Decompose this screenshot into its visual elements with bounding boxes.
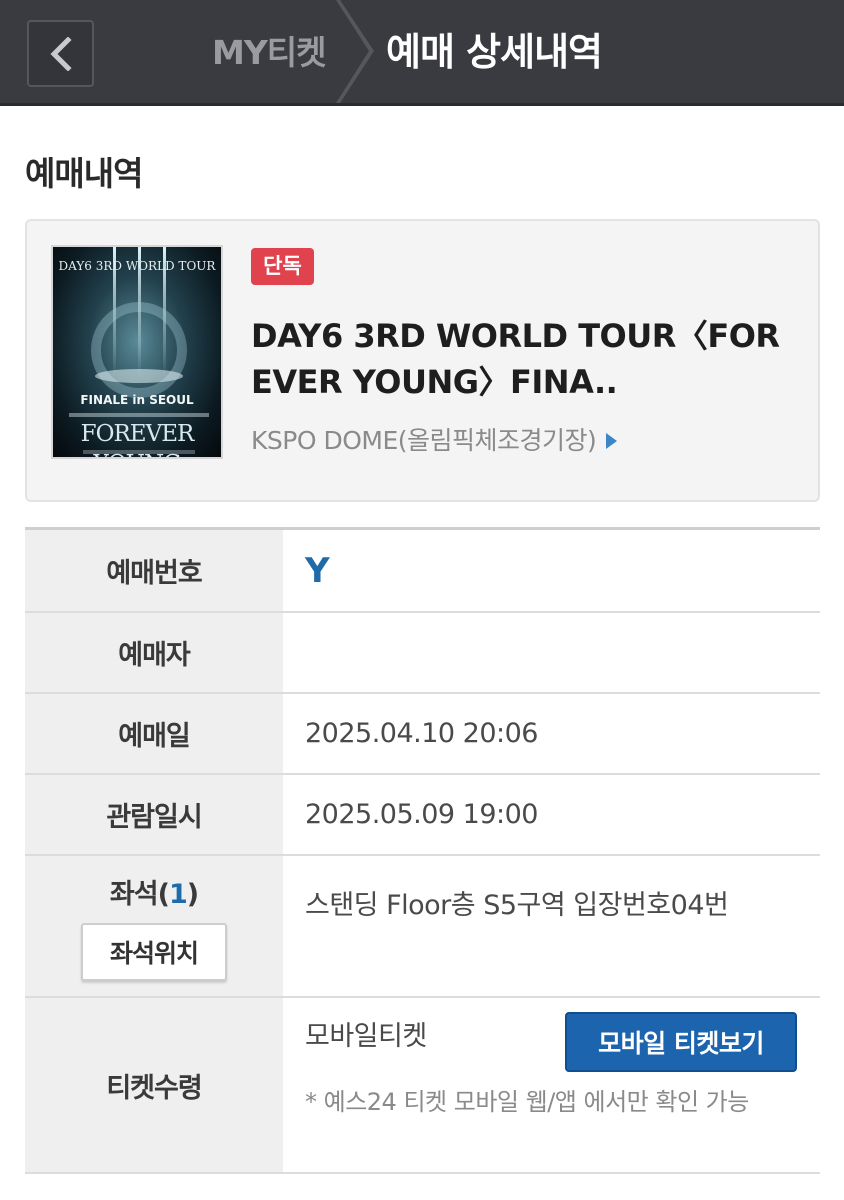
top-navigation-bar: MY티켓 예매 상세내역 bbox=[0, 0, 844, 106]
table-row-seat: 좌석(1) 좌석위치 스탠딩 Floor층 S5구역 입장번호04번 bbox=[25, 856, 820, 998]
event-poster: DAY6 3RD WORLD TOUR FINALE in SEOUL FORE… bbox=[51, 245, 223, 459]
row-value: Y bbox=[283, 530, 820, 611]
show-date-value: 2025.05.09 19:00 bbox=[305, 799, 538, 830]
row-label: 예매일 bbox=[25, 694, 283, 773]
seat-position-button[interactable]: 좌석위치 bbox=[81, 922, 227, 981]
section-title: 예매내역 bbox=[25, 154, 143, 193]
event-card[interactable]: DAY6 3RD WORLD TOUR FINALE in SEOUL FORE… bbox=[25, 219, 820, 502]
table-row-show-date: 관람일시 2025.05.09 19:00 bbox=[25, 775, 820, 856]
poster-top-text: DAY6 3RD WORLD TOUR bbox=[58, 259, 216, 273]
poster-logos-strip bbox=[83, 450, 195, 454]
seat-value: 스탠딩 Floor층 S5구역 입장번호04번 bbox=[305, 890, 729, 921]
booker-value bbox=[283, 613, 820, 692]
breadcrumb-separator-icon bbox=[336, 0, 374, 103]
triangle-right-icon bbox=[606, 433, 618, 449]
table-row-booking-date: 예매일 2025.04.10 20:06 bbox=[25, 694, 820, 775]
ticket-note: * 예스24 티켓 모바일 웹/앱 에서만 확인 가능 bbox=[305, 1088, 749, 1116]
booking-detail-table: 예매번호 Y 예매자 예매일 2025.04.10 20:06 관람일시 202… bbox=[25, 527, 820, 1174]
exclusive-badge: 단독 bbox=[251, 248, 314, 285]
ticket-method: 모바일티켓 bbox=[305, 1021, 427, 1052]
row-label: 관람일시 bbox=[25, 775, 283, 854]
booking-number-value: Y bbox=[305, 550, 330, 591]
back-button[interactable] bbox=[27, 20, 94, 87]
event-title[interactable]: DAY6 3RD WORLD TOUR〈FOREVER YOUNG〉FINA.. bbox=[251, 313, 791, 405]
row-label: 예매자 bbox=[25, 613, 283, 692]
poster-stage-graphic bbox=[95, 369, 183, 383]
row-label: 좌석(1) 좌석위치 bbox=[25, 856, 283, 996]
breadcrumb-my-ticket[interactable]: MY티켓 bbox=[212, 26, 326, 80]
poster-finale-text: FINALE in SEOUL bbox=[80, 393, 194, 407]
seat-count: 1 bbox=[168, 878, 188, 910]
table-row-ticket-receipt: 티켓수령 모바일티켓 모바일 티켓보기 * 예스24 티켓 모바일 웹/앱 에서… bbox=[25, 998, 820, 1174]
row-label: 티켓수령 bbox=[25, 998, 283, 1172]
row-label: 예매번호 bbox=[25, 530, 283, 611]
table-row-booking-number: 예매번호 Y bbox=[25, 530, 820, 613]
booking-date-value: 2025.04.10 20:06 bbox=[305, 718, 538, 749]
seat-label: 좌석(1) bbox=[109, 878, 199, 910]
chevron-left-icon bbox=[49, 36, 72, 71]
poster-info-strip bbox=[69, 413, 209, 417]
poster-ring-graphic bbox=[91, 302, 187, 398]
table-row-booker: 예매자 bbox=[25, 613, 820, 694]
page-title: 예매 상세내역 bbox=[386, 30, 603, 74]
venue-label: KSPO DOME(올림픽체조경기장) bbox=[251, 426, 597, 455]
ticket-receipt-value: 모바일티켓 모바일 티켓보기 * 예스24 티켓 모바일 웹/앱 에서만 확인 … bbox=[283, 998, 820, 1172]
venue-link[interactable]: KSPO DOME(올림픽체조경기장) bbox=[251, 421, 618, 461]
view-mobile-ticket-button[interactable]: 모바일 티켓보기 bbox=[565, 1012, 797, 1072]
